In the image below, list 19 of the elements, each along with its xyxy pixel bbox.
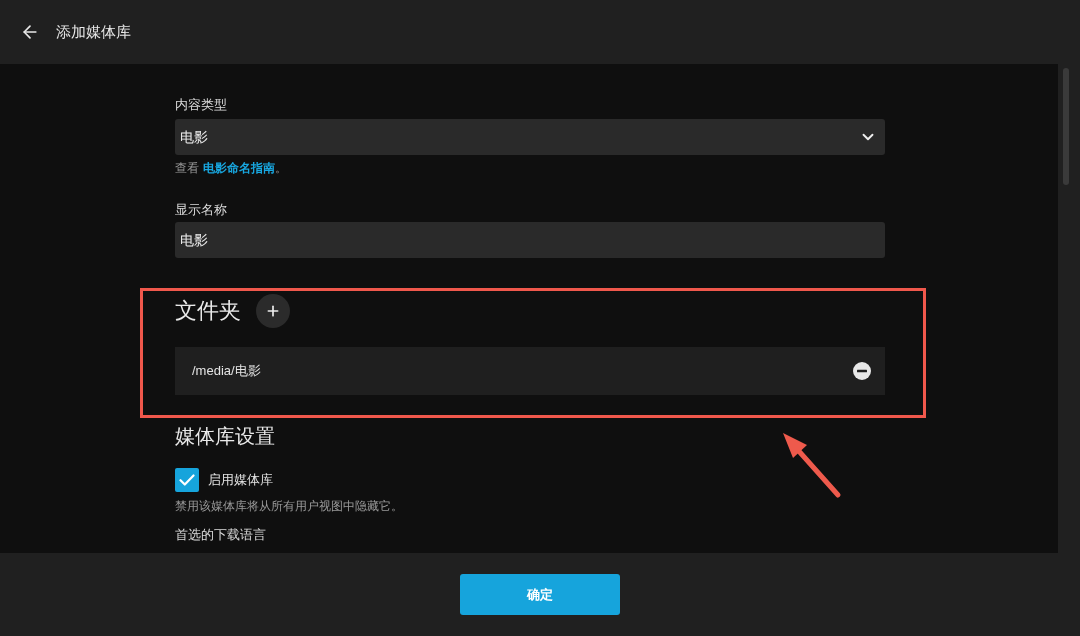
page-title: 添加媒体库 [56,21,131,42]
scrollbar-thumb[interactable] [1063,68,1069,185]
field-label: 内容类型 [175,96,228,114]
enable-library-checkbox[interactable] [175,468,199,492]
content-type-select[interactable]: 电影 [175,119,885,155]
checkbox-label: 启用媒体库 [208,471,273,490]
description-text: 禁用该媒体库将从所有用户视图中隐藏它。 [175,498,404,514]
folder-path: /media/电影 [192,362,261,381]
naming-guide-link[interactable]: 电影命名指南 [203,161,275,175]
hint-text: 查看 电影命名指南。 [175,160,288,176]
section-heading: 文件夹 [175,297,241,325]
remove-folder-icon[interactable] [853,362,871,380]
plus-icon [265,303,281,319]
field-label: 首选的下载语言 [175,526,267,544]
display-name-input[interactable]: 电影 [175,222,885,258]
add-folder-button[interactable] [256,294,290,328]
checkmark-icon [179,474,195,486]
field-label: 显示名称 [175,201,228,219]
section-heading: 媒体库设置 [175,424,276,449]
